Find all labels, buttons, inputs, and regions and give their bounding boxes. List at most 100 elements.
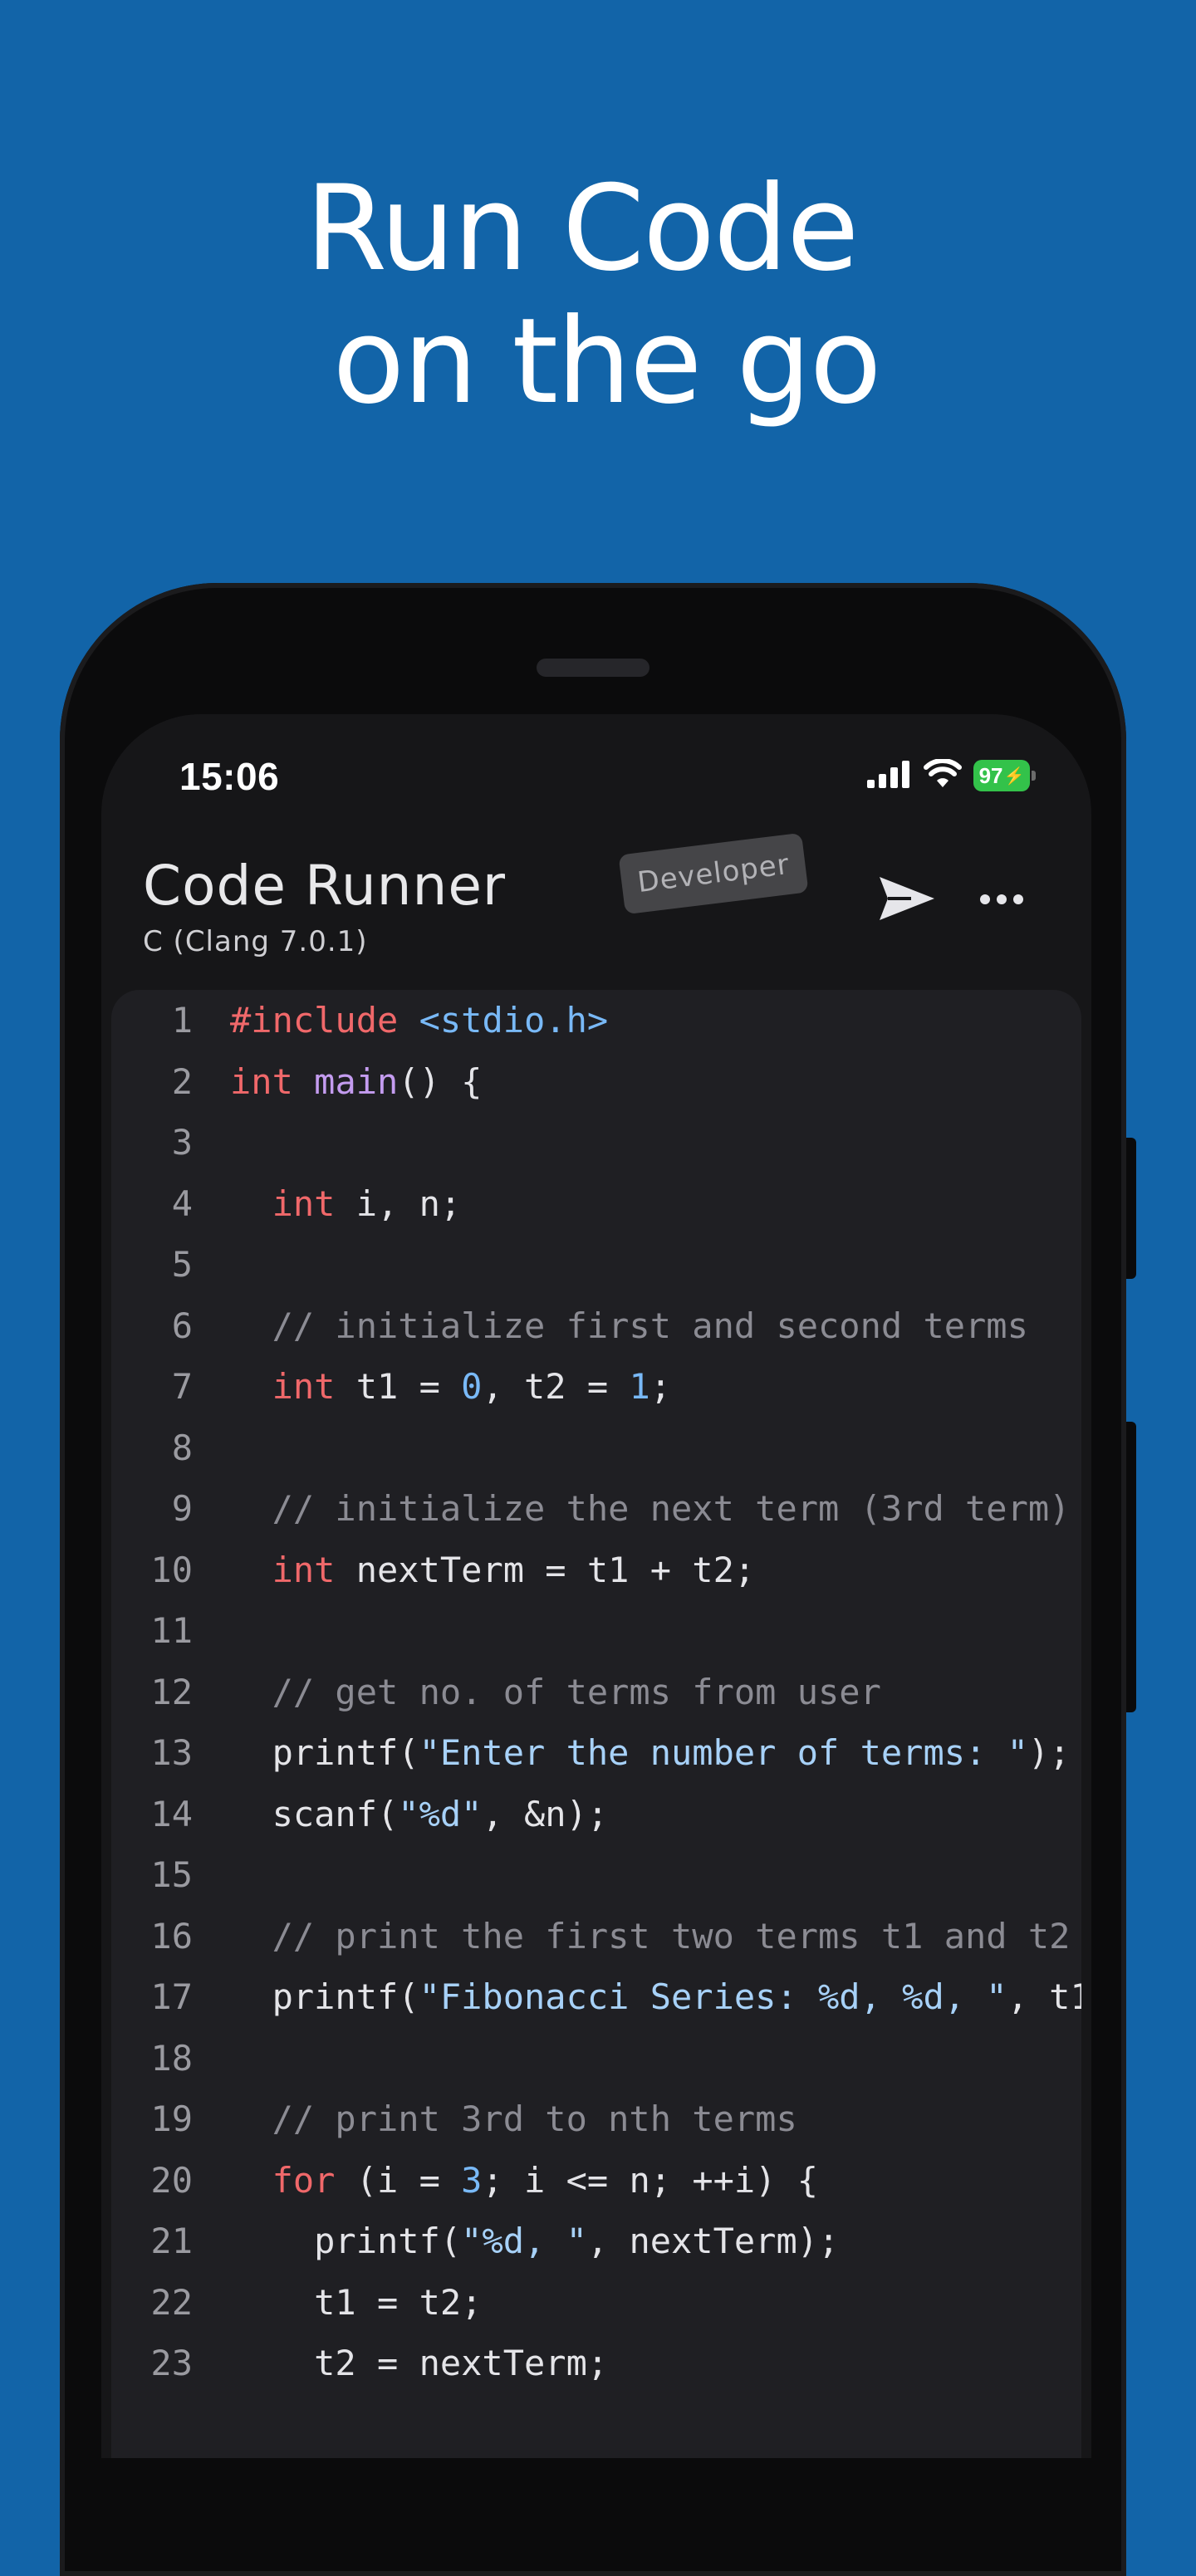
code-token: printf(: [230, 2221, 462, 2261]
code-token: 0: [461, 1366, 483, 1407]
line-number: 2: [171, 1060, 193, 1102]
code-token: 3: [461, 2159, 483, 2201]
battery-level: 97: [978, 762, 1003, 788]
code-line[interactable]: 16 // print the first two terms t1 and t…: [111, 1906, 1081, 1967]
phone-volume-button: [1126, 1422, 1136, 1712]
line-number: 10: [150, 1549, 193, 1590]
code-line[interactable]: 8: [111, 1418, 1081, 1479]
line-number: 15: [150, 1854, 193, 1895]
run-button[interactable]: [877, 870, 937, 930]
code-line[interactable]: 2 int main() {: [111, 1051, 1081, 1113]
code-line[interactable]: 17 printf("Fibonacci Series: %d, %d, ", …: [111, 1966, 1081, 2028]
code-line[interactable]: 22 t1 = t2;: [111, 2272, 1081, 2334]
code-text: int t1 = 0, t2 = 1;: [230, 1356, 671, 1418]
code-token: ; i <= n; ++i) {: [482, 2159, 819, 2201]
code-token: nextTerm = t1 + t2;: [335, 1549, 756, 1590]
code-token: t2 = nextTerm;: [230, 2343, 609, 2383]
code-token: main: [314, 1060, 399, 1102]
developer-badge: Developer: [618, 832, 809, 915]
code-line[interactable]: 11: [111, 1600, 1081, 1662]
code-line[interactable]: 4 int i, n;: [111, 1173, 1081, 1235]
status-icons: 97 ⚡: [867, 757, 1036, 794]
code-line[interactable]: 10 int nextTerm = t1 + t2;: [111, 1540, 1081, 1601]
code-text: t1 = t2;: [230, 2272, 482, 2334]
code-token: #include: [230, 1000, 399, 1041]
code-line[interactable]: 19 // print 3rd to nth terms: [111, 2089, 1081, 2150]
line-number: 6: [171, 1305, 193, 1346]
code-token: // initialize first and second terms: [230, 1305, 1028, 1346]
code-line[interactable]: 7 int t1 = 0, t2 = 1;: [111, 1356, 1081, 1418]
headline-line-2: on the go: [332, 293, 881, 430]
cellular-signal-icon: [867, 760, 912, 792]
code-line[interactable]: 1 #include <stdio.h>: [111, 990, 1081, 1051]
phone-side-button: [1126, 1138, 1136, 1279]
code-line[interactable]: 18: [111, 2028, 1081, 2089]
line-number: 18: [150, 2037, 193, 2079]
code-line[interactable]: 3: [111, 1112, 1081, 1173]
send-icon: [878, 874, 936, 928]
code-token: printf(: [230, 1732, 419, 1773]
code-token: int: [272, 1183, 336, 1224]
code-token: scanf(: [230, 1793, 399, 1834]
battery-icon: 97 ⚡: [973, 760, 1036, 791]
phone-screen: 15:06 97 ⚡ Code Runner C (Clang 7.0.1) De…: [101, 714, 1091, 2458]
more-options-button[interactable]: [977, 880, 1027, 922]
status-time: 15:06: [179, 755, 280, 798]
code-token: t1 =: [335, 1366, 462, 1407]
code-token: 1: [629, 1366, 650, 1407]
code-line[interactable]: 6 // initialize first and second terms: [111, 1295, 1081, 1357]
code-line[interactable]: 14 scanf("%d", &n);: [111, 1784, 1081, 1845]
code-token: <stdio.h>: [419, 1000, 609, 1041]
line-number: 14: [150, 1793, 193, 1834]
code-text: // initialize the next term (3rd term): [230, 1478, 1071, 1540]
language-subtitle[interactable]: C (Clang 7.0.1): [143, 925, 368, 958]
line-number: 8: [171, 1427, 193, 1468]
code-line[interactable]: 21 printf("%d, ", nextTerm);: [111, 2211, 1081, 2272]
code-token: i, n;: [335, 1183, 462, 1224]
code-line[interactable]: 13 printf("Enter the number of terms: ")…: [111, 1722, 1081, 1784]
more-icon: [979, 894, 1024, 909]
code-text: printf("Fibonacci Series: %d, %d, ", t1,…: [230, 1966, 1081, 2028]
code-line[interactable]: 20 for (i = 3; i <= n; ++i) {: [111, 2150, 1081, 2211]
code-text: int main() {: [230, 1051, 482, 1113]
code-token: , &n);: [482, 1793, 609, 1834]
code-token: "Enter the number of terms: ": [419, 1732, 1028, 1773]
code-text: printf("%d, ", nextTerm);: [230, 2211, 839, 2272]
code-text: t2 = nextTerm;: [230, 2333, 608, 2394]
code-line[interactable]: 12 // get no. of terms from user: [111, 1662, 1081, 1723]
code-token: "%d, ": [461, 2221, 587, 2261]
code-line[interactable]: 15: [111, 1844, 1081, 1906]
wifi-icon: [924, 757, 962, 793]
charging-bolt-icon: ⚡: [1003, 766, 1025, 786]
line-number: 20: [150, 2159, 193, 2201]
line-number: 9: [171, 1488, 193, 1529]
code-line[interactable]: 23 t2 = nextTerm;: [111, 2333, 1081, 2394]
code-token: ;: [649, 1366, 672, 1407]
line-number: 7: [171, 1366, 193, 1407]
line-number: 3: [171, 1122, 193, 1163]
code-line[interactable]: 9 // initialize the next term (3rd term): [111, 1478, 1081, 1540]
code-token: for: [272, 2159, 336, 2201]
code-token: () {: [398, 1060, 483, 1102]
code-text: int i, n;: [230, 1173, 462, 1235]
code-token: int: [272, 1549, 336, 1590]
line-number: 19: [150, 2099, 193, 2139]
line-number: 4: [171, 1183, 193, 1224]
code-text: for (i = 3; i <= n; ++i) {: [230, 2150, 818, 2211]
code-token: (i =: [335, 2159, 462, 2201]
code-text: printf("Enter the number of terms: ");: [230, 1722, 1071, 1784]
code-token: // get no. of terms from user: [230, 1671, 881, 1712]
code-token: , t2 =: [482, 1366, 630, 1407]
code-line[interactable]: 5: [111, 1234, 1081, 1295]
line-number: 11: [150, 1610, 193, 1651]
code-token: "%d": [398, 1793, 483, 1834]
code-text: // print 3rd to nth terms: [230, 2089, 797, 2150]
code-token: // print 3rd to nth terms: [230, 2099, 797, 2139]
code-editor[interactable]: 1 #include <stdio.h> 2 int main() {3 4 int i…: [111, 990, 1081, 2458]
code-token: "Fibonacci Series: %d, %d, ": [419, 1976, 1007, 2017]
code-token: , nextTerm);: [586, 2221, 840, 2261]
promo-headline: Run Code on the go: [0, 163, 1196, 429]
